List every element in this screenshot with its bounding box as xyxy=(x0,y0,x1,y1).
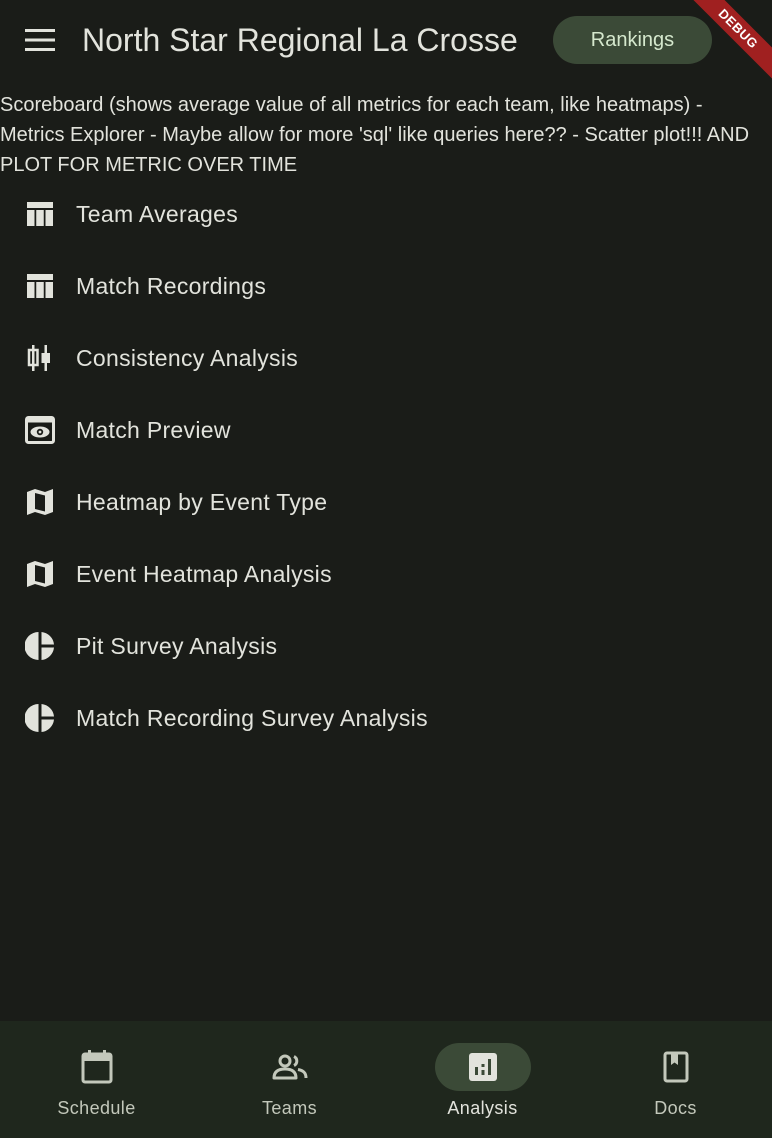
analysis-item-label: Match Recording Survey Analysis xyxy=(76,705,428,731)
analysis-item-label: Event Heatmap Analysis xyxy=(76,561,332,587)
nav-indicator xyxy=(628,1043,724,1091)
analysis-item-pit-survey-analysis[interactable]: Pit Survey Analysis xyxy=(0,610,772,682)
table-icon xyxy=(24,198,56,230)
table-icon xyxy=(24,270,56,302)
analysis-item-event-heatmap-analysis[interactable]: Event Heatmap Analysis xyxy=(0,538,772,610)
nav-indicator xyxy=(434,1043,531,1091)
app-bar: North Star Regional La Crosse Rankings D… xyxy=(0,0,772,87)
nav-item-teams[interactable]: Teams xyxy=(193,1021,386,1138)
analysis-item-consistency-analysis[interactable]: Consistency Analysis xyxy=(0,322,772,394)
page-title: North Star Regional La Crosse xyxy=(82,22,518,58)
nav-label: Teams xyxy=(261,1098,317,1118)
nav-label: Docs xyxy=(654,1098,697,1118)
analysis-item-label: Match Recordings xyxy=(76,273,267,299)
menu-icon xyxy=(25,29,55,51)
analytics-icon xyxy=(468,1053,497,1081)
people-icon xyxy=(272,1054,307,1080)
analysis-item-label: Team Averages xyxy=(76,201,239,227)
analysis-item-match-recording-survey-analysis[interactable]: Match Recording Survey Analysis xyxy=(0,682,772,754)
map-icon xyxy=(24,558,56,590)
candlestick-icon xyxy=(24,342,56,374)
analysis-item-team-averages[interactable]: Team Averages xyxy=(0,178,772,250)
book-icon xyxy=(663,1051,688,1083)
nav-item-analysis[interactable]: Analysis xyxy=(386,1021,579,1138)
nav-indicator xyxy=(242,1043,338,1091)
nav-item-docs[interactable]: Docs xyxy=(579,1021,772,1138)
nav-indicator xyxy=(49,1043,145,1091)
nav-label: Schedule xyxy=(57,1098,136,1118)
analysis-item-label: Pit Survey Analysis xyxy=(76,633,278,659)
map-icon xyxy=(24,486,56,518)
analysis-list: Team Averages Match Recordings Consisten… xyxy=(0,178,772,754)
nav-item-schedule[interactable]: Schedule xyxy=(0,1021,193,1138)
analysis-item-match-preview[interactable]: Match Preview xyxy=(0,394,772,466)
notes-text: Scoreboard (shows average value of all m… xyxy=(0,94,750,176)
analysis-item-match-recordings[interactable]: Match Recordings xyxy=(0,250,772,322)
pie-chart-icon xyxy=(24,702,56,734)
analysis-item-heatmap-by-event-type[interactable]: Heatmap by Event Type xyxy=(0,466,772,538)
preview-icon xyxy=(24,414,56,446)
pie-chart-icon xyxy=(24,630,56,662)
analysis-item-label: Heatmap by Event Type xyxy=(76,489,328,515)
nav-label: Analysis xyxy=(447,1098,518,1118)
bottom-navigation: Schedule Teams Analysis Docs xyxy=(0,1021,772,1138)
menu-button[interactable] xyxy=(20,20,60,60)
debug-banner: DEBUG xyxy=(682,0,772,90)
analysis-item-label: Consistency Analysis xyxy=(76,345,299,371)
debug-label: DEBUG xyxy=(682,0,772,87)
calendar-icon xyxy=(81,1050,112,1084)
analysis-item-label: Match Preview xyxy=(76,417,231,443)
